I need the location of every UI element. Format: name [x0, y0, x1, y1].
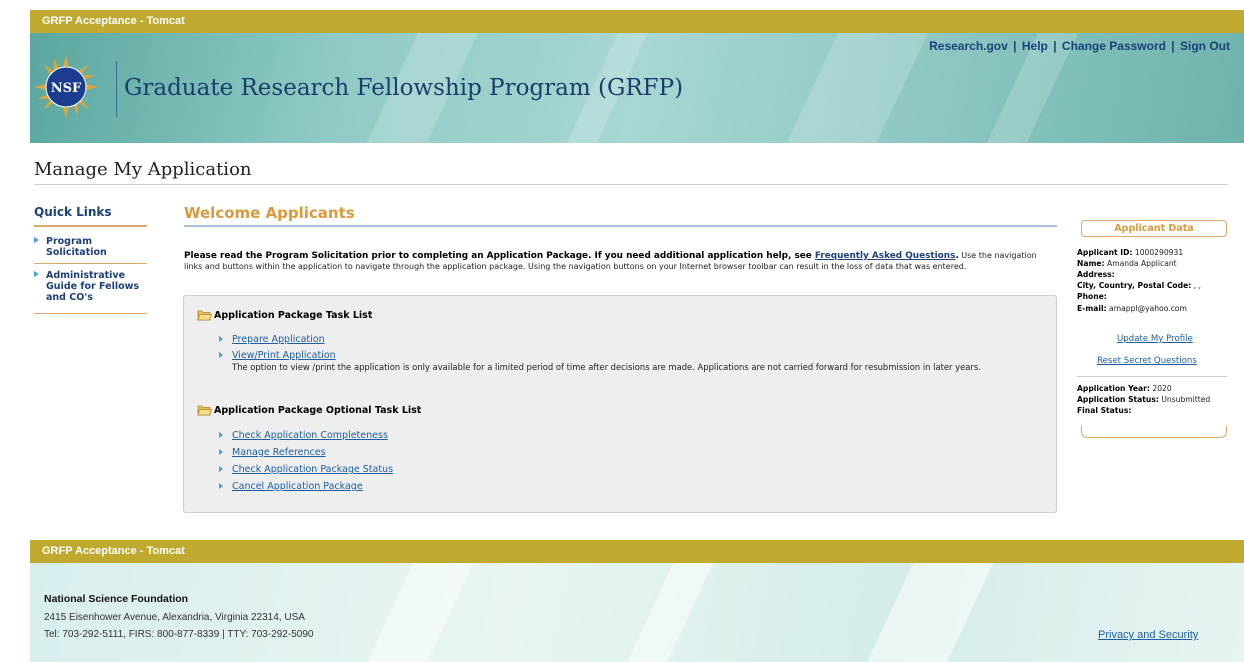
top-utility-links: Research.gov | Help | Change Password | …: [929, 39, 1230, 53]
link-separator: |: [1053, 39, 1057, 53]
welcome-divider: [184, 225, 1057, 227]
triangle-bullet-icon: [219, 352, 223, 358]
quick-link-label: Solicitation: [46, 247, 107, 258]
environment-label: GRFP Acceptance - Tomcat: [42, 545, 185, 557]
footer: National Science Foundation 2415 Eisenho…: [30, 563, 1244, 662]
application-status-row: Application Status: Unsubmitted: [1077, 395, 1210, 405]
application-year-value: 2020: [1152, 384, 1172, 393]
intro-bold-text: Please read the Program Solicitation pri…: [184, 251, 815, 261]
faq-link[interactable]: Frequently Asked Questions: [815, 251, 955, 261]
welcome-heading: Welcome Applicants: [184, 204, 355, 222]
folder-icon: [197, 310, 212, 321]
view-print-application-link[interactable]: View/Print Application: [232, 350, 336, 361]
intro-paragraph: Please read the Program Solicitation pri…: [184, 251, 1056, 272]
prepare-application-link[interactable]: Prepare Application: [232, 334, 325, 345]
applicant-city-row: City, Country, Postal Code: , ,: [1077, 281, 1201, 291]
environment-bar: GRFP Acceptance - Tomcat: [30, 10, 1244, 33]
applicant-city-label: City, Country, Postal Code:: [1077, 281, 1192, 290]
link-separator: |: [1013, 39, 1017, 53]
app-title: Graduate Research Fellowship Program (GR…: [124, 75, 684, 101]
change-password-link[interactable]: Change Password: [1062, 39, 1166, 53]
triangle-bullet-icon: [219, 432, 223, 438]
quick-links-divider: [34, 313, 147, 314]
check-completeness-link[interactable]: Check Application Completeness: [232, 430, 388, 441]
header-banner: Research.gov | Help | Change Password | …: [30, 33, 1244, 143]
applicant-name-label: Name:: [1077, 259, 1105, 268]
page-title: Manage My Application: [34, 159, 252, 180]
manage-references-link[interactable]: Manage References: [232, 447, 326, 458]
optional-task-list-heading: Application Package Optional Task List: [214, 405, 422, 416]
nsf-logo-text: NSF: [51, 81, 82, 96]
applicant-address-row: Address:: [1077, 270, 1115, 280]
quick-links-title: Quick Links: [34, 205, 112, 219]
sign-out-link[interactable]: Sign Out: [1180, 39, 1230, 53]
applicant-id-row: Applicant ID: 1000290931: [1077, 248, 1183, 258]
final-status-label: Final Status:: [1077, 406, 1132, 415]
reset-secret-questions-link[interactable]: Reset Secret Questions: [1097, 356, 1197, 366]
applicant-id-label: Applicant ID:: [1077, 248, 1133, 257]
triangle-bullet-icon: [219, 483, 223, 489]
quick-link-program-solicitation[interactable]: Program Solicitation: [34, 236, 107, 258]
privacy-security-link[interactable]: Privacy and Security: [1098, 629, 1198, 641]
logo-divider: [116, 61, 117, 117]
applicant-city-value: , ,: [1193, 281, 1201, 290]
quick-links-divider: [34, 225, 147, 227]
triangle-bullet-icon: [34, 237, 39, 243]
applicant-id-value: 1000290931: [1134, 248, 1184, 257]
applicant-email-label: E-mail:: [1077, 304, 1107, 313]
applicant-name-value: Amanda Applicant: [1107, 259, 1177, 268]
application-year-row: Application Year: 2020: [1077, 384, 1172, 394]
applicant-name-row: Name: Amanda Applicant: [1077, 259, 1177, 269]
quick-link-label: Administrative: [46, 270, 126, 281]
footer-phone: Tel: 703-292-5111, FIRS: 800-877-8339 | …: [44, 629, 314, 640]
environment-label: GRFP Acceptance - Tomcat: [42, 15, 185, 27]
applicant-data-bottom-border: [1081, 426, 1227, 438]
nsf-logo[interactable]: NSF: [34, 55, 98, 119]
folder-icon: [197, 405, 212, 416]
link-separator: |: [1171, 39, 1175, 53]
quick-link-label: and CO's: [46, 292, 93, 303]
cancel-application-package-link[interactable]: Cancel Application Package: [232, 481, 363, 492]
quick-link-label: Program: [46, 236, 92, 247]
footer-org-name: National Science Foundation: [44, 593, 189, 605]
help-link[interactable]: Help: [1022, 39, 1048, 53]
applicant-data-panel: Applicant Data Applicant ID: 1000290931 …: [1077, 218, 1229, 442]
applicant-email-row: E-mail: amappl@yahoo.com: [1077, 304, 1187, 314]
triangle-bullet-icon: [219, 449, 223, 455]
application-year-label: Application Year:: [1077, 384, 1150, 393]
task-list-heading: Application Package Task List: [214, 310, 373, 321]
application-status-label: Application Status:: [1077, 395, 1159, 404]
environment-bar-bottom: GRFP Acceptance - Tomcat: [30, 540, 1244, 563]
applicant-data-divider: [1077, 376, 1227, 377]
quick-link-label: Guide for Fellows: [46, 281, 140, 292]
applicant-phone-label: Phone:: [1077, 292, 1107, 301]
applicant-phone-row: Phone:: [1077, 292, 1107, 302]
applicant-data-title: Applicant Data: [1081, 220, 1227, 237]
applicant-email-value: amappl@yahoo.com: [1109, 304, 1187, 313]
update-profile-link[interactable]: Update My Profile: [1117, 334, 1193, 344]
view-print-note: The option to view /print the applicatio…: [232, 362, 981, 372]
final-status-row: Final Status:: [1077, 406, 1131, 416]
triangle-bullet-icon: [34, 271, 39, 277]
footer-address: 2415 Eisenhower Avenue, Alexandria, Virg…: [44, 612, 305, 623]
triangle-bullet-icon: [219, 336, 223, 342]
quick-links-divider: [34, 263, 147, 264]
page-title-divider: [34, 184, 1228, 185]
quick-link-administrative-guide[interactable]: Administrative Guide for Fellows and CO'…: [34, 270, 139, 303]
research-gov-link[interactable]: Research.gov: [929, 39, 1008, 53]
application-status-value: Unsubmitted: [1161, 395, 1211, 404]
triangle-bullet-icon: [219, 466, 223, 472]
check-package-status-link[interactable]: Check Application Package Status: [232, 464, 393, 475]
applicant-address-label: Address:: [1077, 270, 1115, 279]
